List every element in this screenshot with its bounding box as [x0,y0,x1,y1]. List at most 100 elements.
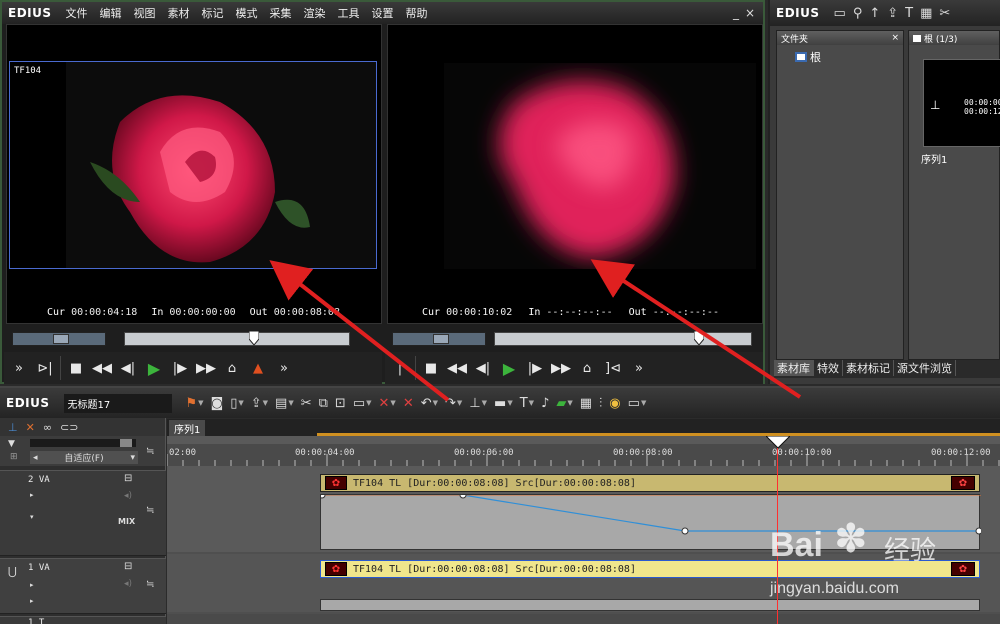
insert-to-timeline-button[interactable]: ▲ [247,357,269,379]
expand-arrow-icon[interactable]: ▸ [30,581,34,589]
loop-button[interactable]: ⌂ [221,357,243,379]
source-shuttle[interactable] [12,332,106,346]
sync-icon[interactable]: ≒ [146,505,154,516]
zoom-slider[interactable] [30,439,136,447]
more-icon[interactable]: » [628,357,650,379]
step-forward-button[interactable]: |▶ [169,357,191,379]
title-icon[interactable]: T [905,6,913,21]
menu-mode[interactable]: 模式 [236,5,258,21]
clip-2va[interactable]: ✿ TF104 TL [Dur:00:00:08:08] Src[Dur:00:… [320,474,980,492]
new-document-icon[interactable]: ▯ ▼ [230,396,244,411]
playhead-marker[interactable] [764,435,792,449]
add-track-icon[interactable]: ⊥ [8,421,18,434]
rewind-button[interactable]: ◀◀ [91,357,113,379]
import-icon[interactable]: ⇪ [887,6,898,21]
track-lock-icon[interactable]: ⊟ [124,561,132,572]
paste-icon[interactable]: ⊡ [335,396,346,411]
menu-render[interactable]: 渲染 [304,5,326,21]
cut-icon[interactable]: ✂ [939,6,950,21]
fast-forward-button[interactable]: ▶▶ [550,357,572,379]
color-bars-icon[interactable]: ▦ [920,6,932,21]
menu-tools[interactable]: 工具 [338,5,360,21]
tab-source-browser[interactable]: 源文件浏览 [894,360,956,376]
stop-button[interactable]: ■ [420,357,442,379]
expand-arrow-icon[interactable]: ▸ [30,491,34,499]
play-button[interactable]: ▶ [143,357,165,379]
menu-file[interactable]: 文件 [66,5,88,21]
delete-icon[interactable]: ✕ ▼ [379,396,396,411]
menu-clip[interactable]: 素材 [168,5,190,21]
split-icon[interactable]: ⊥ ▼ [469,396,487,411]
minimize-button[interactable]: _ [733,6,739,20]
record-shuttle[interactable] [392,332,486,346]
track-select-icon[interactable]: ⋃ [8,565,17,578]
tab-clip-markers[interactable]: 素材标记 [843,360,894,376]
undo-icon[interactable]: ↶ ▼ [421,396,438,411]
lock-icon[interactable]: ▼ [8,439,15,449]
track-1t[interactable]: 1 T [0,616,166,624]
monitor-icon[interactable]: ▭ ▼ [628,396,647,411]
menu-capture[interactable]: 采集 [270,5,292,21]
speaker-icon[interactable]: ◂) [124,579,132,589]
root-folder[interactable]: 根 [795,49,903,65]
source-scrub-knob[interactable] [248,330,260,347]
more-icon[interactable]: » [273,357,295,379]
toggle-icon[interactable]: ⊂⊃ [60,421,78,434]
record-monitor[interactable]: Cur 00:00:10:02 In --:--:--:-- Out --:--… [387,24,763,324]
set-in-out-icon[interactable]: ⊳| [34,357,56,379]
audio-mixer-icon[interactable]: ⫶ [599,396,602,411]
folder-icon[interactable]: ▭ [834,6,846,21]
zoom-select[interactable]: ◂ 自适应(F) ▾ [30,451,138,464]
record-scrubber[interactable] [494,330,752,347]
vectorscope-icon[interactable]: ◉ [609,396,620,411]
search-icon[interactable]: ⚲ [853,6,863,21]
rewind-button[interactable]: ◀◀ [446,357,468,379]
tab-effects[interactable]: 特效 [814,360,843,376]
tab-bin[interactable]: 素材库 [774,360,814,376]
ripple-icon[interactable]: ▬ ▼ [494,396,513,411]
source-scrubber[interactable] [124,330,350,347]
up-folder-icon[interactable]: ↑ [869,6,880,21]
tab-sequence-1[interactable]: 序列1 [169,420,206,437]
expand-arrow-icon[interactable]: ▸ [30,597,34,605]
loop-button[interactable]: ⌂ [576,357,598,379]
close-button[interactable]: × [745,6,755,20]
step-back-button[interactable]: ◀| [472,357,494,379]
new-sequence-icon[interactable]: ⚑ ▼ [186,396,204,411]
step-forward-button[interactable]: |▶ [524,357,546,379]
source-monitor[interactable]: TF104 Cur 00:00:04:18 In 00:00:00:00 Out… [6,24,382,324]
play-button[interactable]: ▶ [498,357,520,379]
stop-button[interactable]: ■ [65,357,87,379]
menu-settings[interactable]: 设置 [372,5,394,21]
microphone-icon[interactable]: ♪ [541,396,549,411]
track-lock-icon[interactable]: ⊟ [124,473,132,484]
track-1va[interactable]: ⋃ 1 VA ⊟ ◂) ▸ ▸ ≒ [0,558,166,614]
title-icon[interactable]: T ▼ [520,396,534,411]
sync-icon[interactable]: ≒ [146,579,154,590]
expand-icon[interactable]: » [8,357,30,379]
render-icon[interactable]: ▰ ▼ [556,396,572,411]
timeline-ruler[interactable]: 02:00 00:00:04:00 00:00:06:00 00:00:08:0… [167,436,1000,466]
open-icon[interactable]: ⇪ ▼ [251,396,268,411]
cut-icon[interactable]: ✂ [301,396,312,411]
sequence-thumbnail[interactable]: ⊥ 00:00:00 00:00:12 [923,59,1000,147]
speaker-icon[interactable]: ◂) [124,491,132,501]
menu-view[interactable]: 视图 [134,5,156,21]
redo-icon[interactable]: ↷ ▼ [445,396,462,411]
fast-forward-button[interactable]: ▶▶ [195,357,217,379]
collapse-arrow-icon[interactable]: ▾ [30,513,34,521]
track-2va[interactable]: 2 VA ⊟ ◂) ▸ ▾ MIX ≒ [0,470,166,556]
ripple-delete-icon[interactable]: ✕ [403,396,414,411]
record-scrub-knob[interactable] [693,330,705,347]
link-icon[interactable]: ∞ [43,421,52,434]
scroll-icon[interactable]: ≒ [146,446,154,457]
camera-icon[interactable]: ◙ [211,396,224,411]
menu-marker[interactable]: 标记 [202,5,224,21]
magnet-icon[interactable]: ✕ [26,421,35,434]
replace-icon[interactable]: ▭ ▼ [353,396,372,411]
marker-icon[interactable]: | [389,357,411,379]
save-icon[interactable]: ▤ ▼ [275,396,294,411]
step-back-button[interactable]: ◀| [117,357,139,379]
copy-icon[interactable]: ⧉ [319,396,328,411]
menu-edit[interactable]: 编辑 [100,5,122,21]
